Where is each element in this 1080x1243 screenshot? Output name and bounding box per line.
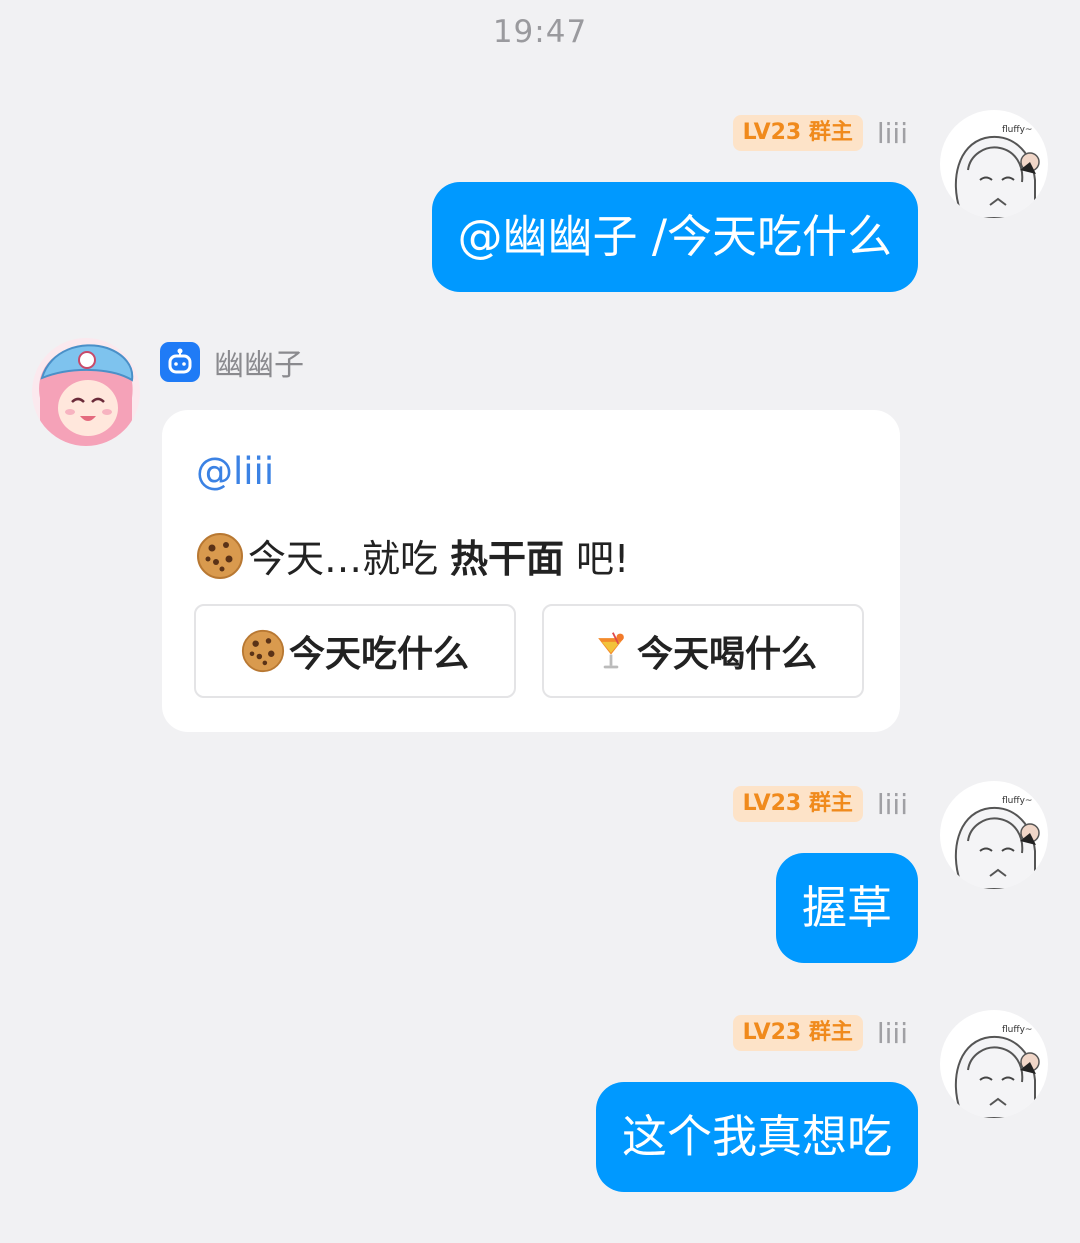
- mention-link[interactable]: @liii: [196, 450, 274, 493]
- sender-name[interactable]: liii: [877, 788, 908, 821]
- sender-name[interactable]: liii: [877, 117, 908, 150]
- svg-text:fluffy~: fluffy~: [1002, 1025, 1032, 1035]
- what-to-drink-button[interactable]: 今天喝什么: [542, 604, 864, 698]
- reply-suffix: 吧!: [576, 537, 630, 581]
- cookie-icon: [197, 532, 243, 579]
- cocktail-icon: [598, 632, 624, 669]
- message-header: LV23 群主 liii: [732, 113, 908, 153]
- button-label: 今天喝什么: [636, 634, 817, 675]
- what-to-eat-button[interactable]: 今天吃什么: [194, 604, 516, 698]
- message-bubble[interactable]: @幽幽子 /今天吃什么: [431, 182, 918, 292]
- message-header: LV23 群主 liii: [732, 784, 908, 824]
- bot-reply-card: @liii 今天…就吃 热干面 吧! 今天吃什么 今天喝什么: [162, 410, 900, 732]
- svg-text:fluffy~: fluffy~: [1002, 125, 1032, 135]
- message-bubble[interactable]: 这个我真想吃: [595, 1082, 918, 1192]
- bot-name[interactable]: 幽幽子: [214, 340, 304, 384]
- food-name: 热干面: [450, 537, 565, 581]
- user-avatar[interactable]: fluffy~: [940, 110, 1048, 218]
- reply-text: 今天…就吃 热干面 吧!: [196, 528, 629, 583]
- button-label: 今天吃什么: [288, 634, 469, 675]
- reply-prefix: 今天…就吃: [248, 537, 439, 581]
- message-timestamp: 19:47: [492, 14, 588, 50]
- level-badge: LV23 群主: [732, 1015, 863, 1051]
- message-header: LV23 群主 liii: [732, 1013, 908, 1053]
- level-badge: LV23 群主: [732, 786, 863, 822]
- bot-avatar[interactable]: [32, 338, 140, 446]
- user-avatar[interactable]: fluffy~: [940, 781, 1048, 889]
- user-avatar[interactable]: fluffy~: [940, 1010, 1048, 1118]
- message-bubble[interactable]: 握草: [775, 853, 918, 963]
- cookie-icon: [241, 629, 285, 673]
- bot-message-header: 幽幽子: [160, 340, 304, 384]
- sender-name[interactable]: liii: [877, 1017, 908, 1050]
- level-badge: LV23 群主: [732, 115, 863, 151]
- robot-icon: [160, 342, 200, 382]
- svg-text:fluffy~: fluffy~: [1002, 796, 1032, 806]
